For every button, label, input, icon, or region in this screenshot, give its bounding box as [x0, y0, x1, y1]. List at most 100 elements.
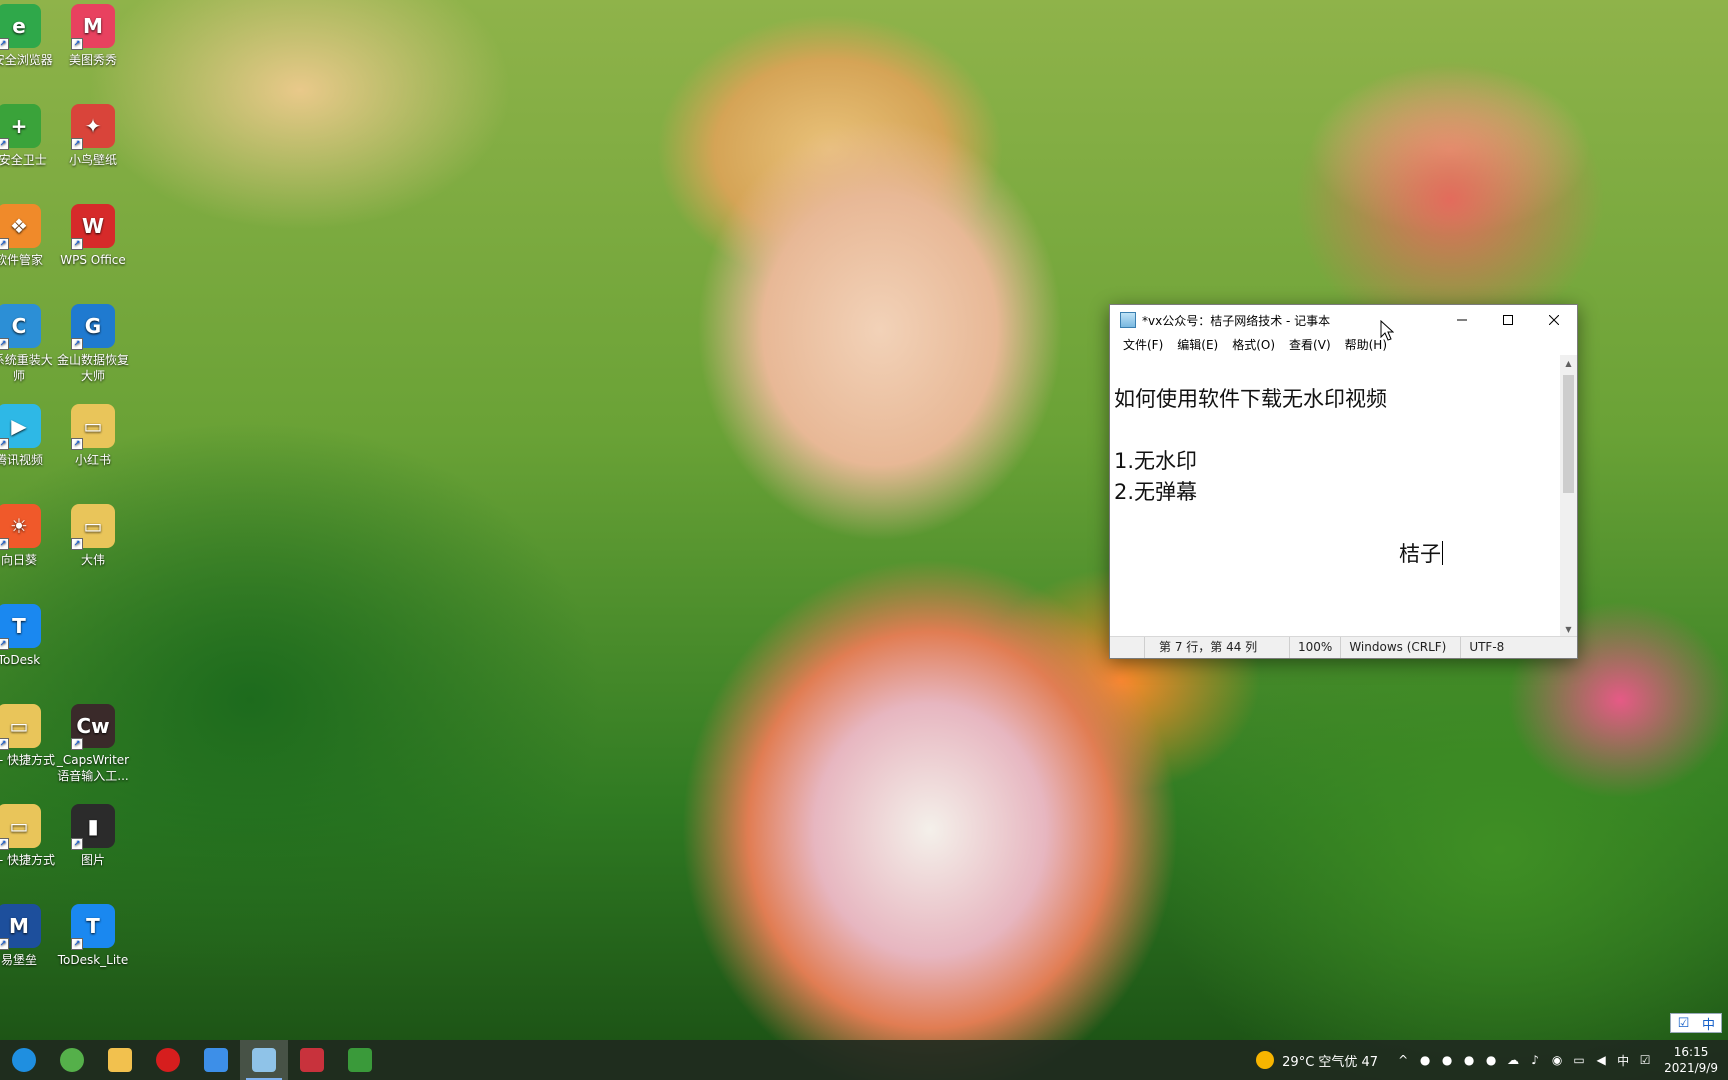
desktop-icon-label: 软件管家: [0, 253, 43, 267]
desktop-icon[interactable]: W ↗ WPS Office: [54, 204, 132, 268]
app-icon: G ↗: [71, 304, 115, 350]
ime-language-label[interactable]: 中: [1696, 1014, 1721, 1033]
clock[interactable]: 16:15 2021/9/9: [1656, 1044, 1728, 1076]
desktop-icon[interactable]: C↗0系统重装大师: [0, 304, 58, 384]
scroll-up-icon[interactable]: ▲: [1560, 355, 1577, 372]
menu-bar: 文件(F) 编辑(E) 格式(O) 查看(V) 帮助(H): [1110, 335, 1577, 355]
desktop-icon[interactable]: G ↗ 金山数据恢复大师: [54, 304, 132, 384]
shortcut-arrow-icon: ↗: [0, 938, 9, 950]
desktop-icon[interactable]: ▭↗ 件 - 快捷方式: [0, 704, 58, 768]
desktop-icon[interactable]: ▮ ↗ 图片: [54, 804, 132, 868]
desktop-icon-label: 易堡垒: [0, 953, 37, 967]
desktop-icon[interactable]: M ↗ 易堡垒: [0, 904, 58, 968]
qq-icon[interactable]: ●: [1482, 1051, 1500, 1069]
menu-file[interactable]: 文件(F): [1116, 335, 1170, 355]
ime-indicator[interactable]: ☑ 中: [1670, 1013, 1722, 1033]
desktop-icon[interactable]: ✦ ↗ 小鸟壁纸: [54, 104, 132, 168]
qq-icon[interactable]: ●: [1438, 1051, 1456, 1069]
text-line: 如何使用软件下载无水印视频: [1114, 387, 1387, 411]
app-icon: ✦ ↗: [71, 104, 115, 150]
network-icon[interactable]: ▭: [1570, 1051, 1588, 1069]
shortcut-arrow-icon: ↗: [71, 938, 83, 950]
cloud-icon[interactable]: ☁: [1504, 1051, 1522, 1069]
notification-check-icon[interactable]: ☑: [1636, 1051, 1654, 1069]
shortcut-arrow-icon: ↗: [0, 738, 9, 750]
shortcut-arrow-icon: ↗: [71, 138, 83, 150]
desktop-icon-label: 腾讯视频: [0, 453, 43, 467]
app-icon: ▶ ↗: [0, 404, 41, 450]
desktop-icon-label: 具 - 快捷方式: [0, 853, 55, 867]
desktop-icon[interactable]: T ↗ ToDesk: [0, 604, 58, 668]
app-icon: Cw ↗: [71, 704, 115, 750]
text-line: [1114, 415, 1561, 446]
sun-icon: [1256, 1051, 1275, 1069]
taskbar-edge-button[interactable]: [0, 1040, 48, 1080]
desktop-icon-label: 小鸟壁纸: [68, 153, 117, 167]
app-icon: ▭ ↗: [0, 704, 41, 750]
menu-format[interactable]: 格式(O): [1225, 335, 1282, 355]
desktop-icon[interactable]: T ↗ ToDesk_Lite: [54, 904, 132, 968]
shortcut-arrow-icon: ↗: [71, 38, 83, 50]
desktop-icon[interactable]: ▭ ↗ 大伟: [54, 504, 132, 568]
minimize-button[interactable]: [1439, 305, 1485, 335]
shortcut-arrow-icon: ↗: [71, 438, 83, 450]
wechat-icon[interactable]: ◉: [1548, 1051, 1566, 1069]
green-app-icon: [348, 1048, 372, 1072]
weather-widget[interactable]: 29°C 空气优 47: [1256, 1051, 1378, 1070]
text-editor[interactable]: 如何使用软件下载无水印视频 1.无水印 2.无弹幕 桔子: [1110, 355, 1561, 638]
app-icon: W ↗: [71, 204, 115, 250]
app-icon: M ↗: [71, 4, 115, 50]
taskbar-notepad-button[interactable]: [240, 1040, 288, 1080]
app-icon: ▭ ↗: [0, 804, 41, 850]
desktop-icon[interactable]: ▶ ↗ 腾讯视频: [0, 404, 58, 468]
notepad-titlebar[interactable]: *vx公众号：桔子网络技术 - 记事本: [1110, 305, 1577, 335]
shortcut-arrow-icon: ↗: [0, 438, 9, 450]
taskbar-recorder-button[interactable]: [144, 1040, 192, 1080]
desktop-icon[interactable]: ☀ ↗ 向日葵: [0, 504, 58, 568]
desktop-icon-label: 件 - 快捷方式: [0, 753, 55, 767]
taskbar-green-app-button[interactable]: [336, 1040, 384, 1080]
desktop-icon-label: ToDesk_Lite: [57, 953, 129, 967]
maximize-button[interactable]: [1485, 305, 1531, 335]
microphone-icon[interactable]: ♪: [1526, 1051, 1544, 1069]
vertical-scrollbar[interactable]: ▲ ▼: [1560, 355, 1577, 638]
taskbar-browser-360-button[interactable]: [48, 1040, 96, 1080]
shortcut-arrow-icon: ↗: [0, 38, 9, 50]
desktop-icon[interactable]: ❖ ↗ 软件管家: [0, 204, 58, 268]
volume-icon[interactable]: ◀: [1592, 1051, 1610, 1069]
scroll-thumb[interactable]: [1563, 375, 1574, 493]
notepad-window: *vx公众号：桔子网络技术 - 记事本 文件(F) 编辑(E) 格式(O) 查看…: [1109, 304, 1578, 659]
close-button[interactable]: [1531, 305, 1577, 335]
clock-time: 16:15: [1673, 1045, 1709, 1059]
ime-toggle-icon[interactable]: ☑: [1671, 1014, 1696, 1032]
desktop-icon[interactable]: ▭↗ 具 - 快捷方式: [0, 804, 58, 868]
desktop-icon[interactable]: ▭ ↗ 小红书: [54, 404, 132, 468]
desktop-icon[interactable]: e↗ 0安全浏览器: [0, 4, 58, 68]
shortcut-arrow-icon: ↗: [0, 338, 9, 350]
desktop-icon[interactable]: Cw ↗ _CapsWriter语音输入工...: [54, 704, 132, 784]
desktop-icon-label: 小红书: [74, 453, 111, 467]
taskbar-meitu-button[interactable]: [288, 1040, 336, 1080]
shortcut-arrow-icon: ↗: [71, 738, 83, 750]
taskbar-file-explorer-button[interactable]: [96, 1040, 144, 1080]
shortcut-arrow-icon: ↗: [0, 538, 9, 550]
desktop-icon[interactable]: +↗ 0安全卫士: [0, 104, 58, 168]
minimize-icon: [1457, 319, 1467, 321]
ime-mode-label[interactable]: 中: [1614, 1051, 1632, 1069]
status-bar: 第 7 行，第 44 列 100% Windows (CRLF) UTF-8: [1110, 636, 1577, 658]
qq-icon[interactable]: ●: [1416, 1051, 1434, 1069]
app-icon: T ↗: [0, 604, 41, 650]
taskbar-feishu-button[interactable]: [192, 1040, 240, 1080]
status-zoom: 100%: [1289, 637, 1340, 658]
shortcut-arrow-icon: ↗: [0, 838, 9, 850]
menu-edit[interactable]: 编辑(E): [1170, 335, 1225, 355]
status-line-ending: Windows (CRLF): [1340, 637, 1460, 658]
app-icon: ❖ ↗: [0, 204, 41, 250]
desktop-icon-label: 0安全卫士: [0, 153, 47, 167]
desktop-icon-label: 0安全浏览器: [0, 53, 53, 67]
chevron-up-icon[interactable]: ^: [1394, 1051, 1412, 1069]
desktop-icon[interactable]: M ↗ 美图秀秀: [54, 4, 132, 68]
qq-icon[interactable]: ●: [1460, 1051, 1478, 1069]
app-icon: + ↗: [0, 104, 41, 150]
menu-view[interactable]: 查看(V): [1282, 335, 1338, 355]
